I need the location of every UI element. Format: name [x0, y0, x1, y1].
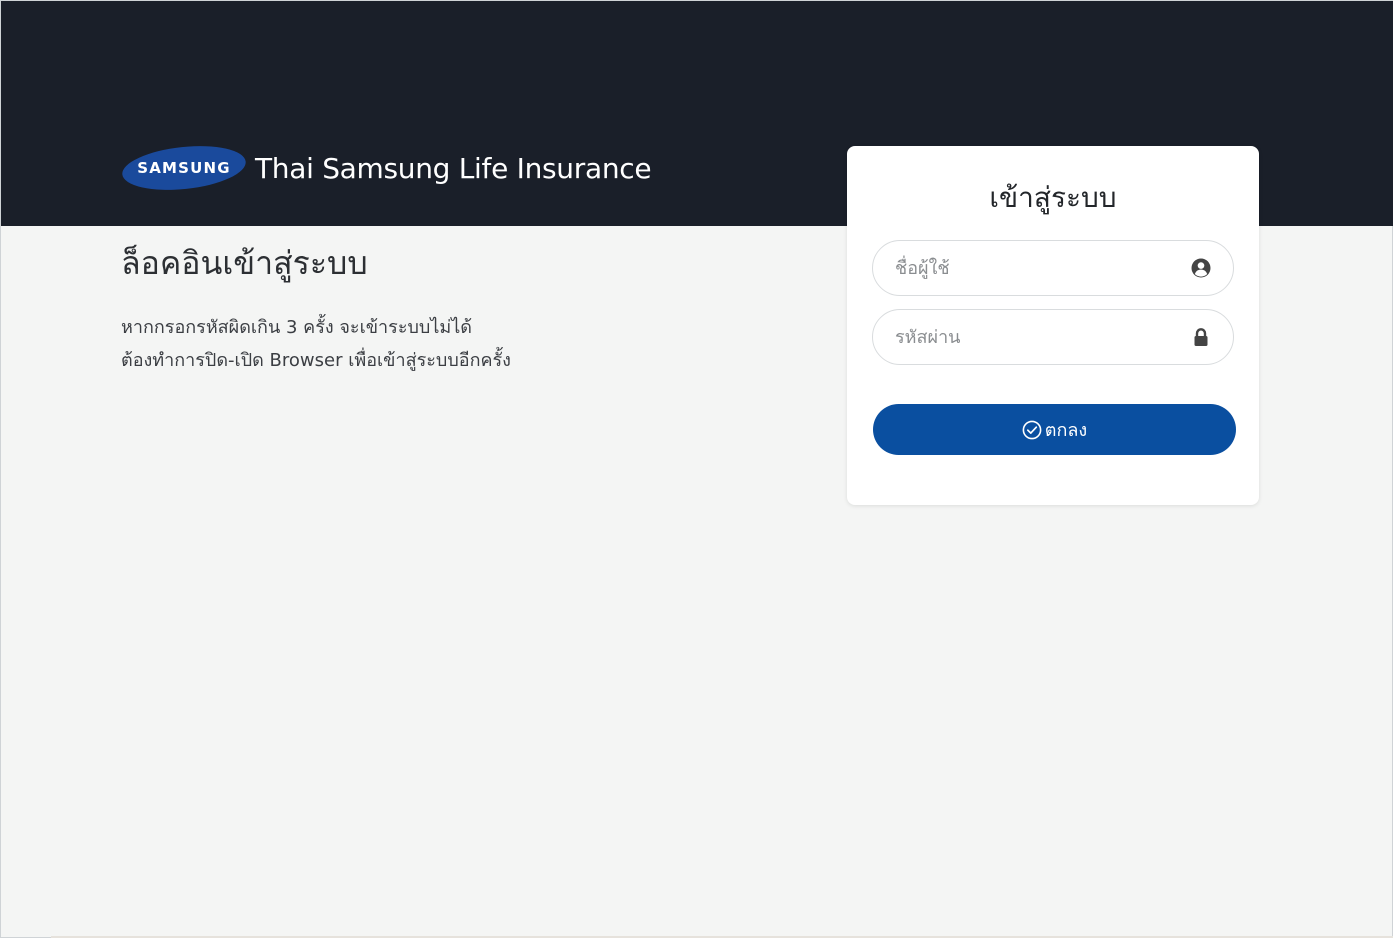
intro-section: ล็อคอินเข้าสู่ระบบ หากกรอกรหัสผิดเกิน 3 …	[121, 243, 511, 377]
intro-line-2: ต้องทำการปิด-เปิด Browser เพื่อเข้าสู่ระ…	[121, 350, 511, 371]
user-circle-icon	[1191, 258, 1211, 278]
password-field[interactable]	[872, 309, 1234, 365]
login-title: เข้าสู่ระบบ	[989, 181, 1117, 214]
samsung-logo-text: SAMSUNG	[137, 159, 231, 177]
samsung-logo: SAMSUNG	[121, 145, 247, 191]
password-input[interactable]	[895, 310, 1175, 364]
username-field[interactable]	[872, 240, 1234, 296]
brand-name: Thai Samsung Life Insurance	[255, 151, 652, 185]
intro-text: หากกรอกรหัสผิดเกิน 3 ครั้ง จะเข้าระบบไม่…	[121, 311, 511, 377]
brand: SAMSUNG Thai Samsung Life Insurance	[121, 145, 652, 191]
check-circle-icon	[1022, 420, 1042, 439]
lock-icon	[1194, 328, 1208, 346]
submit-label: ตกลง	[1044, 420, 1088, 441]
login-card: เข้าสู่ระบบ ตกลง	[847, 146, 1259, 505]
page-title: ล็อคอินเข้าสู่ระบบ	[121, 244, 368, 282]
submit-button[interactable]: ตกลง	[873, 404, 1236, 455]
intro-line-1: หากกรอกรหัสผิดเกิน 3 ครั้ง จะเข้าระบบไม่…	[121, 317, 472, 338]
username-input[interactable]	[895, 241, 1175, 295]
